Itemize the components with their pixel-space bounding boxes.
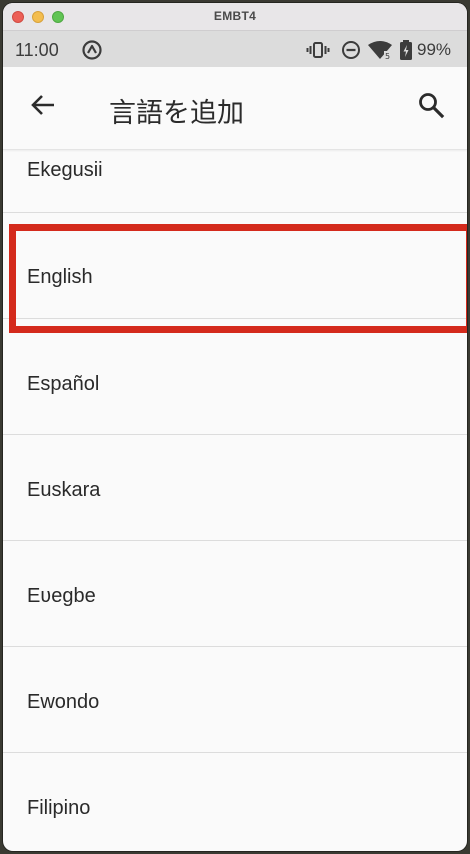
language-label: Eʋegbe xyxy=(27,585,96,607)
language-item-filipino[interactable]: Filipino xyxy=(3,754,467,851)
battery-icon xyxy=(399,39,413,66)
language-label: Ekegusii xyxy=(27,159,103,181)
language-label: Ewondo xyxy=(27,691,100,713)
window-titlebar: EMBT4 xyxy=(3,3,467,31)
battery-percent: 99% xyxy=(417,40,452,59)
language-item-euskara[interactable]: Euskara xyxy=(3,436,467,541)
language-item-ekegusii[interactable]: Ekegusii xyxy=(3,108,467,213)
language-label: Euskara xyxy=(27,479,101,501)
vibrate-icon xyxy=(306,39,330,66)
status-time: 11:00 xyxy=(15,40,59,60)
svg-text:5: 5 xyxy=(385,52,390,61)
language-item-ewondo[interactable]: Ewondo xyxy=(3,648,467,753)
app-window: EMBT4 11:00 5 99% 言語を追加 Ekegusii English… xyxy=(3,3,467,851)
language-item-espanol[interactable]: Español xyxy=(3,330,467,435)
language-label: Español xyxy=(27,373,100,395)
status-bar: 11:00 5 99% xyxy=(3,31,467,67)
language-label: English xyxy=(27,266,93,288)
language-item-english[interactable]: English xyxy=(3,214,467,319)
language-item-evegbe[interactable]: Eʋegbe xyxy=(3,542,467,647)
dnd-icon xyxy=(340,39,362,66)
wifi-icon: 5 xyxy=(367,39,393,66)
language-label: Filipino xyxy=(27,797,91,819)
assistant-icon xyxy=(81,39,103,66)
window-title: EMBT4 xyxy=(213,9,257,23)
